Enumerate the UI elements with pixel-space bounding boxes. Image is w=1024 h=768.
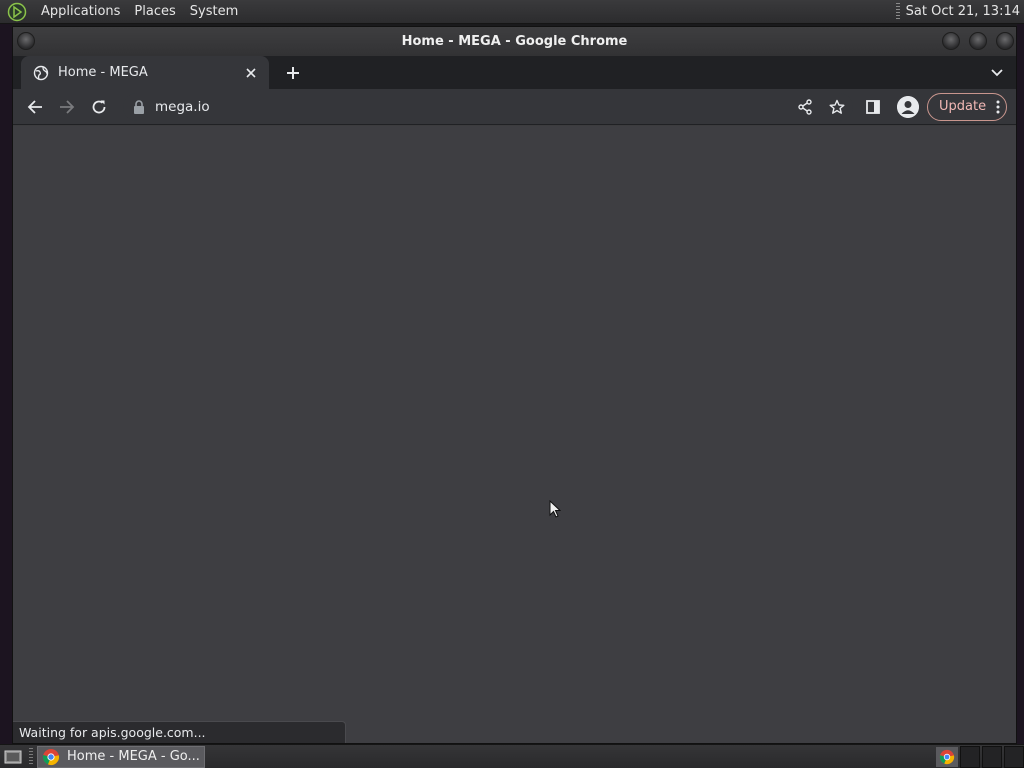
taskbar-drag-handle[interactable] bbox=[29, 747, 33, 766]
tray-chrome-icon[interactable] bbox=[936, 747, 958, 767]
workspace-2[interactable] bbox=[982, 746, 1002, 768]
taskbar-item-chrome[interactable]: Home - MEGA - Go... bbox=[37, 745, 205, 768]
tab-title: Home - MEGA bbox=[58, 65, 148, 80]
reload-icon bbox=[92, 100, 106, 113]
tab-home-mega[interactable]: Home - MEGA bbox=[21, 56, 269, 89]
panel-drag-handle[interactable] bbox=[895, 2, 900, 21]
forward-button[interactable] bbox=[53, 93, 81, 121]
window-title: Home - MEGA - Google Chrome bbox=[401, 34, 628, 49]
show-desktop-button[interactable] bbox=[1, 746, 25, 768]
new-tab-button[interactable] bbox=[279, 59, 307, 87]
bookmark-star-icon[interactable] bbox=[829, 99, 845, 119]
minimize-button[interactable] bbox=[942, 32, 960, 50]
plus-icon bbox=[287, 67, 299, 79]
workspace-1[interactable] bbox=[960, 746, 980, 768]
close-window-button[interactable] bbox=[996, 32, 1014, 50]
bottom-taskbar: Home - MEGA - Go... bbox=[0, 744, 1024, 768]
share-icon[interactable] bbox=[797, 98, 813, 119]
maximize-button[interactable] bbox=[969, 32, 987, 50]
browser-window: Home - MEGA - Google Chrome Home - MEGA bbox=[12, 26, 1017, 744]
lock-icon[interactable] bbox=[133, 99, 145, 114]
window-titlebar[interactable]: Home - MEGA - Google Chrome bbox=[13, 27, 1016, 56]
chevron-down-icon bbox=[991, 69, 1003, 77]
workspace-3[interactable] bbox=[1004, 746, 1024, 768]
tab-search-button[interactable] bbox=[988, 64, 1006, 82]
profile-avatar-icon[interactable] bbox=[897, 95, 919, 118]
taskbar-item-label: Home - MEGA - Go... bbox=[67, 749, 200, 764]
menu-system[interactable]: System bbox=[183, 0, 245, 24]
arrow-left-icon bbox=[27, 99, 42, 114]
desktop-icon bbox=[4, 750, 22, 763]
distro-logo-icon[interactable] bbox=[6, 1, 28, 23]
workspace-switcher bbox=[960, 746, 1024, 768]
url-text[interactable]: mega.io bbox=[155, 99, 210, 115]
kebab-menu-icon[interactable] bbox=[996, 100, 1000, 114]
desktop-edge-left bbox=[0, 24, 12, 744]
side-panel-icon bbox=[866, 99, 880, 114]
browser-toolbar: mega.io Update bbox=[13, 89, 1016, 125]
globe-icon bbox=[33, 65, 49, 81]
update-label: Update bbox=[939, 99, 987, 114]
tab-strip: Home - MEGA bbox=[13, 56, 1016, 89]
page-content[interactable]: Waiting for apis.google.com... bbox=[13, 126, 1016, 743]
close-icon[interactable] bbox=[243, 65, 259, 81]
menu-places[interactable]: Places bbox=[127, 0, 182, 24]
desktop-edge-right bbox=[1017, 24, 1024, 744]
chrome-icon bbox=[42, 748, 60, 766]
update-button[interactable]: Update bbox=[927, 92, 1008, 121]
mouse-cursor-icon bbox=[549, 499, 562, 522]
back-button[interactable] bbox=[21, 93, 49, 121]
arrow-right-icon bbox=[60, 99, 75, 114]
address-bar[interactable]: mega.io bbox=[123, 92, 853, 121]
top-panel: Applications Places System Sat Oct 21, 1… bbox=[0, 0, 1024, 24]
side-panel-button[interactable] bbox=[859, 93, 887, 121]
reload-button[interactable] bbox=[85, 93, 113, 121]
status-bubble: Waiting for apis.google.com... bbox=[13, 721, 346, 743]
panel-clock[interactable]: Sat Oct 21, 13:14 bbox=[906, 4, 1024, 19]
menu-applications[interactable]: Applications bbox=[34, 0, 127, 24]
